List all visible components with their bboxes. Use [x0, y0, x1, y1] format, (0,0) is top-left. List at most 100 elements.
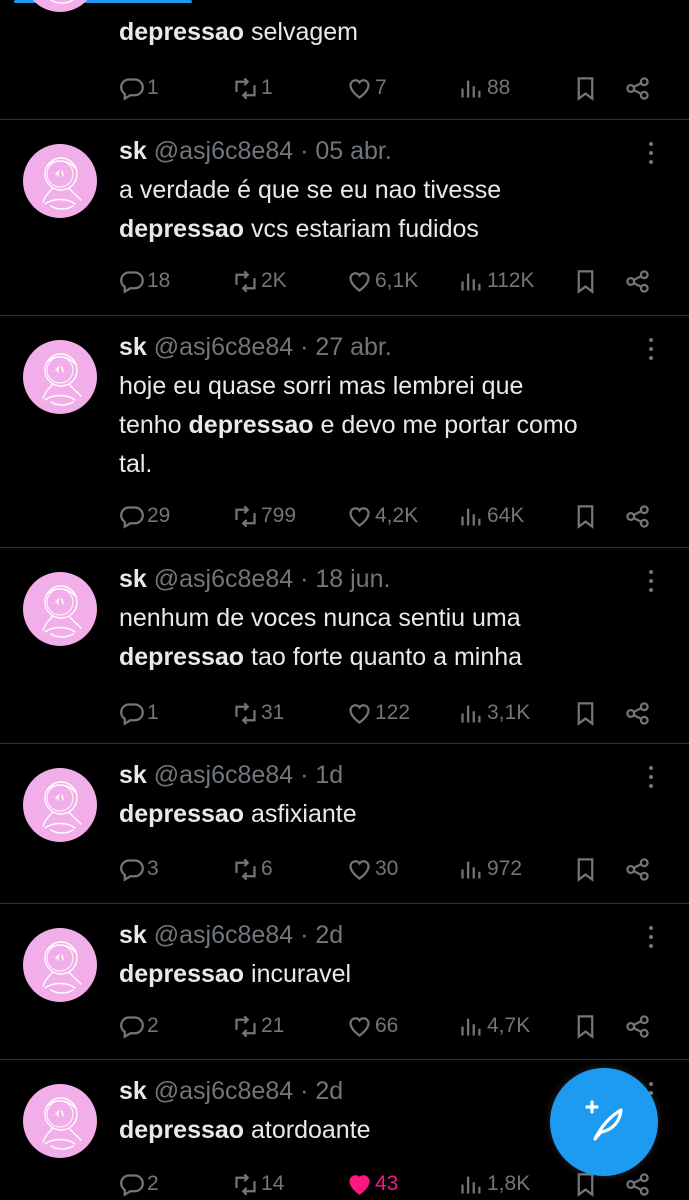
display-name[interactable]: sk [119, 761, 147, 789]
like-count: 6,1K [375, 269, 419, 292]
tweet-date[interactable]: 2d [315, 921, 343, 949]
retweet-button[interactable]: 31 [232, 696, 284, 730]
retweet-button[interactable]: 1 [232, 71, 273, 105]
display-name[interactable]: sk [119, 1077, 147, 1105]
share-button[interactable] [624, 499, 651, 533]
share-button[interactable] [624, 1167, 651, 1200]
like-button[interactable]: 122 [346, 696, 410, 730]
compose-button[interactable] [550, 1068, 658, 1176]
avatar-image [42, 941, 82, 994]
reply-button[interactable]: 18 [118, 264, 170, 298]
display-name[interactable]: sk [119, 565, 147, 593]
avatar[interactable] [23, 0, 97, 12]
text-segment: nenhum de voces nunca sentiu uma [119, 604, 521, 632]
tweet[interactable]: sk @asj6c8e84 · 05 abr. a verdade é que s… [0, 120, 689, 316]
avatar[interactable] [23, 144, 97, 218]
tweet[interactable]: sk @asj6c8e84 · 18 jun. nenhum de voces n… [0, 548, 689, 744]
reply-button[interactable]: 2 [118, 1167, 159, 1200]
views-button[interactable]: 112K [458, 264, 535, 298]
like-count: 66 [375, 1014, 399, 1037]
like-button[interactable]: 30 [346, 852, 398, 886]
views-button[interactable]: 3,1K [458, 696, 530, 730]
user-handle[interactable]: @asj6c8e84 [154, 565, 293, 593]
retweet-button[interactable]: 2K [232, 264, 287, 298]
tweet[interactable]: sk @asj6c8e84 · 27 abr. hoje eu quase sor… [0, 316, 689, 548]
more-icon[interactable] [640, 142, 662, 168]
display-name[interactable]: sk [119, 333, 147, 361]
avatar-image [42, 1097, 82, 1150]
retweet-button[interactable]: 799 [232, 499, 296, 533]
share-button[interactable] [624, 1009, 651, 1043]
like-count: 43 [375, 1172, 399, 1195]
tweet-text: nenhum de voces nunca sentiu uma depressa… [119, 599, 664, 677]
share-button[interactable] [624, 696, 651, 730]
tweet-date[interactable]: 05 abr. [315, 137, 391, 165]
reply-icon [120, 77, 144, 101]
reply-button[interactable]: 1 [118, 696, 159, 730]
like-button[interactable]: 7 [346, 71, 387, 105]
tweet[interactable]: sk @asj6c8e84 · 1d depressao asfixiante 3 6… [0, 744, 689, 904]
tweet-date[interactable]: 27 abr. [315, 333, 391, 361]
bookmark-button[interactable] [572, 696, 599, 730]
tweet[interactable]: depressao selvagem 1 1 7 88 [0, 0, 689, 120]
like-button[interactable]: 43 [346, 1167, 398, 1200]
views-count: 3,1K [487, 701, 531, 724]
user-handle[interactable]: @asj6c8e84 [154, 761, 293, 789]
user-handle[interactable]: @asj6c8e84 [154, 1077, 293, 1105]
user-handle[interactable]: @asj6c8e84 [154, 921, 293, 949]
separator-dot: · [300, 1077, 309, 1105]
share-button[interactable] [624, 264, 651, 298]
tweet-header: sk @asj6c8e84 · 2d [119, 1076, 343, 1106]
more-icon[interactable] [640, 338, 662, 364]
avatar-image [50, 0, 74, 4]
retweet-count: 14 [261, 1172, 285, 1195]
bookmark-button[interactable] [572, 1009, 599, 1043]
tweet[interactable]: sk @asj6c8e84 · 2d depressao incuravel 2 21… [0, 904, 689, 1060]
avatar[interactable] [23, 768, 97, 842]
like-button[interactable]: 6,1K [346, 264, 418, 298]
tweet-header: sk @asj6c8e84 · 2d [119, 920, 343, 950]
reply-button[interactable]: 3 [118, 852, 159, 886]
bookmark-button[interactable] [572, 852, 599, 886]
user-handle[interactable]: @asj6c8e84 [154, 333, 293, 361]
bookmark-button[interactable] [572, 71, 599, 105]
text-segment: hoje eu quase sorri mas lembrei que [119, 372, 524, 400]
share-icon [626, 701, 649, 725]
share-button[interactable] [624, 71, 651, 105]
retweet-button[interactable]: 21 [232, 1009, 284, 1043]
bookmark-button[interactable] [572, 264, 599, 298]
reply-count: 1 [147, 701, 159, 724]
avatar[interactable] [23, 928, 97, 1002]
views-button[interactable]: 4,7K [458, 1009, 530, 1043]
reply-button[interactable]: 2 [118, 1009, 159, 1043]
views-button[interactable]: 88 [458, 71, 510, 105]
tweet-text-line: tenho depressao e devo me portar como [119, 406, 664, 445]
views-button[interactable]: 972 [458, 852, 522, 886]
user-handle[interactable]: @asj6c8e84 [154, 137, 293, 165]
more-icon[interactable] [640, 570, 662, 596]
retweet-button[interactable]: 14 [232, 1167, 284, 1200]
display-name[interactable]: sk [119, 137, 147, 165]
display-name[interactable]: sk [119, 921, 147, 949]
more-icon[interactable] [640, 766, 662, 792]
tweet-text-line: tal. [119, 445, 664, 484]
bookmark-button[interactable] [572, 499, 599, 533]
more-icon[interactable] [640, 926, 662, 952]
share-icon [626, 1014, 649, 1038]
like-count: 4,2K [375, 504, 419, 527]
tweet-date[interactable]: 1d [315, 761, 343, 789]
avatar[interactable] [23, 340, 97, 414]
like-button[interactable]: 4,2K [346, 499, 418, 533]
tweet-date[interactable]: 2d [315, 1077, 343, 1105]
retweet-icon [235, 1173, 256, 1195]
avatar[interactable] [23, 1084, 97, 1158]
tweet-date[interactable]: 18 jun. [315, 565, 390, 593]
views-button[interactable]: 64K [458, 499, 524, 533]
views-button[interactable]: 1,8K [458, 1167, 530, 1200]
reply-button[interactable]: 29 [118, 499, 170, 533]
avatar[interactable] [23, 572, 97, 646]
like-button[interactable]: 66 [346, 1009, 398, 1043]
retweet-button[interactable]: 6 [232, 852, 273, 886]
reply-button[interactable]: 1 [118, 71, 159, 105]
share-button[interactable] [624, 852, 651, 886]
